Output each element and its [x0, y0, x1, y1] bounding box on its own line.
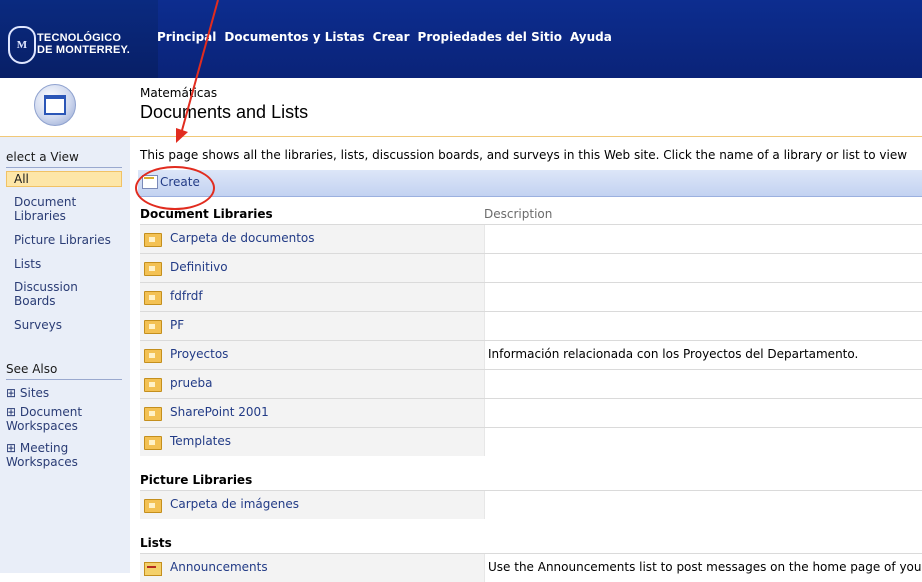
top-banner: M TECNOLÓGICO DE MONTERREY. Principal Do… — [0, 0, 922, 78]
description-header: Description — [484, 207, 553, 221]
view-document-libraries[interactable]: Document Libraries — [14, 195, 119, 223]
list-item[interactable]: Proyectos Información relacionada con los… — [140, 340, 922, 369]
list-item[interactable]: Templates — [140, 427, 922, 456]
item-name[interactable]: Carpeta de imágenes — [170, 497, 299, 511]
item-name[interactable]: fdfrdf — [170, 289, 203, 303]
item-description: Use the Announcements list to post messa… — [488, 560, 922, 574]
picture-libraries-heading: Picture Libraries — [140, 473, 253, 487]
top-nav: Principal Documentos y Listas Crear Prop… — [157, 30, 612, 44]
list-item[interactable]: Announcements Use the Announcements list … — [140, 553, 922, 582]
sidebar-divider — [6, 379, 122, 380]
item-description: Información relacionada con los Proyecto… — [488, 347, 859, 361]
site-icon — [34, 84, 76, 126]
list-item[interactable]: fdfrdf — [140, 282, 922, 311]
seal-icon: M — [8, 26, 36, 64]
intro-text: This page shows all the libraries, lists… — [140, 148, 908, 162]
see-also-sites[interactable]: ⊞ Sites — [6, 386, 116, 400]
logo[interactable]: M TECNOLÓGICO DE MONTERREY. — [0, 0, 158, 78]
see-also-document-workspaces[interactable]: ⊞ Document Workspaces — [6, 405, 116, 433]
see-also-label: Sites — [19, 386, 50, 400]
site-name[interactable]: Matemáticas — [140, 86, 217, 100]
list-item[interactable]: Carpeta de imágenes — [140, 490, 922, 519]
nav-ayuda[interactable]: Ayuda — [570, 30, 612, 44]
nav-principal[interactable]: Principal — [157, 30, 216, 44]
announcements-icon — [144, 562, 162, 576]
list-item[interactable]: prueba — [140, 369, 922, 398]
view-all[interactable]: All — [6, 171, 122, 187]
item-name[interactable]: PF — [170, 318, 184, 332]
expand-icon[interactable]: ⊞ — [6, 405, 20, 419]
folder-icon — [144, 291, 162, 305]
see-also-meeting-workspaces[interactable]: ⊞ Meeting Workspaces — [6, 441, 116, 469]
folder-icon — [144, 349, 162, 363]
lists-heading: Lists — [140, 536, 172, 550]
list-item[interactable]: PF — [140, 311, 922, 340]
logo-line1: TECNOLÓGICO — [37, 32, 122, 44]
select-view-heading: elect a View — [6, 150, 79, 164]
folder-icon — [144, 262, 162, 276]
nav-documentos-y-listas[interactable]: Documentos y Listas — [224, 30, 364, 44]
left-sidebar: elect a View All Document Libraries Pict… — [0, 137, 130, 573]
item-name[interactable]: Carpeta de documentos — [170, 231, 315, 245]
view-picture-libraries[interactable]: Picture Libraries — [14, 233, 119, 247]
page-title: Documents and Lists — [140, 102, 309, 122]
folder-icon — [144, 436, 162, 450]
view-surveys[interactable]: Surveys — [14, 318, 119, 332]
view-discussion-boards[interactable]: Discussion Boards — [14, 280, 119, 308]
item-name[interactable]: Announcements — [170, 560, 268, 574]
nav-crear[interactable]: Crear — [373, 30, 410, 44]
item-name[interactable]: prueba — [170, 376, 213, 390]
sidebar-divider — [6, 167, 122, 168]
expand-icon[interactable]: ⊞ — [6, 441, 20, 455]
folder-icon — [144, 407, 162, 421]
logo-line2: DE MONTERREY. — [37, 44, 131, 56]
annotation-circle — [135, 166, 215, 210]
list-item[interactable]: Definitivo — [140, 253, 922, 282]
view-lists[interactable]: Lists — [14, 257, 119, 271]
folder-icon — [144, 320, 162, 334]
item-name[interactable]: Definitivo — [170, 260, 228, 274]
picture-folder-icon — [144, 499, 162, 513]
item-name[interactable]: SharePoint 2001 — [170, 405, 269, 419]
nav-propiedades-del-sitio[interactable]: Propiedades del Sitio — [418, 30, 562, 44]
folder-icon — [144, 233, 162, 247]
item-name[interactable]: Proyectos — [170, 347, 228, 361]
list-item[interactable]: Carpeta de documentos — [140, 224, 922, 253]
folder-icon — [144, 378, 162, 392]
see-also-heading: See Also — [6, 362, 58, 376]
title-divider — [0, 136, 922, 137]
expand-icon[interactable]: ⊞ — [6, 386, 20, 400]
toolbar: Create — [138, 170, 922, 197]
list-item[interactable]: SharePoint 2001 — [140, 398, 922, 427]
document-libraries-heading: Document Libraries — [140, 207, 273, 221]
item-name[interactable]: Templates — [170, 434, 231, 448]
